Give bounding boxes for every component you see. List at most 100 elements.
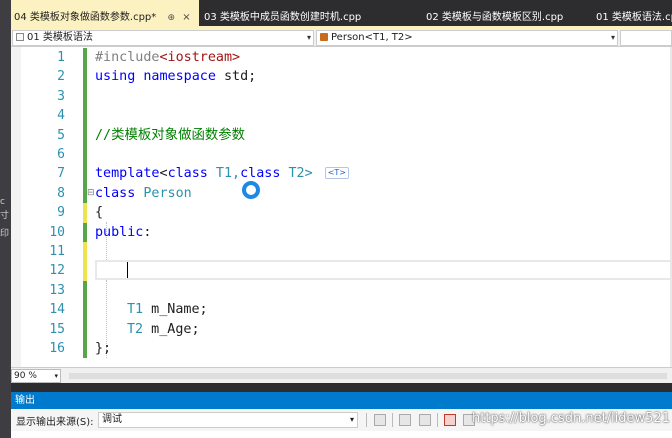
- code-line: 16 };: [11, 339, 672, 359]
- find-message-icon[interactable]: [374, 414, 386, 426]
- line-number: 1: [57, 50, 65, 65]
- code-token: class: [167, 166, 208, 182]
- chevron-down-icon: ▾: [306, 33, 311, 42]
- code-line: 4: [11, 106, 672, 126]
- code-token: #include: [95, 50, 160, 65]
- previous-message-icon[interactable]: [399, 414, 411, 426]
- next-message-icon[interactable]: [419, 414, 431, 426]
- change-marker: [83, 203, 87, 223]
- tab-label: 01 类模板语法.cpp: [596, 12, 672, 23]
- left-strip-text: 印: [0, 229, 10, 239]
- output-source-label: 显示输出来源(S):: [16, 417, 94, 428]
- zoom-dropdown[interactable]: 90 % ▾: [11, 369, 61, 383]
- watermark-url: https://blog.csdn.net/lidew521: [472, 411, 670, 426]
- code-line: 1 #include<iostream>: [11, 48, 672, 68]
- collapse-icon[interactable]: ⊟: [87, 184, 95, 203]
- chevron-down-icon: ▾: [54, 372, 58, 380]
- scope-dropdown[interactable]: 01 类模板语法 ▾: [12, 30, 314, 46]
- code-line: 9 {: [11, 203, 672, 223]
- visual-studio-window: c 寸 印 04 类模板对象做函数参数.cpp* ⊕ × 03 类模板中成员函数…: [0, 0, 672, 438]
- change-marker: [83, 280, 87, 301]
- code-token: template: [95, 166, 160, 182]
- tab-01-template-syntax[interactable]: 01 类模板语法.cpp: [593, 0, 672, 28]
- line-number: 2: [57, 69, 65, 85]
- chevron-down-icon: ▾: [610, 33, 615, 42]
- clear-all-icon[interactable]: [444, 414, 456, 426]
- project-icon: [16, 33, 24, 41]
- change-marker: [83, 261, 87, 281]
- change-marker: [83, 339, 87, 359]
- output-content: [11, 431, 672, 438]
- tab-02-template-difference[interactable]: 02 类模板与函数模板区别.cpp: [423, 0, 603, 28]
- code-text: {: [95, 205, 104, 221]
- code-editor[interactable]: 1 #include<iostream> 2 using namespace s…: [11, 47, 672, 367]
- mouse-cursor-highlight: [242, 181, 260, 199]
- line-number: 15: [49, 321, 65, 337]
- change-marker: [83, 48, 87, 68]
- code-text: };: [95, 341, 112, 356]
- code-token: Person: [135, 185, 192, 201]
- member-dropdown[interactable]: Person<T1, T2> ▾: [316, 30, 618, 46]
- code-token: :: [143, 224, 152, 240]
- code-text: T2 m_Age;: [127, 320, 200, 339]
- code-text: template<class T1,class T2> <T>: [95, 164, 349, 183]
- code-line: 2 using namespace std;: [11, 67, 672, 87]
- change-marker: [83, 67, 87, 87]
- code-token: class: [95, 185, 136, 201]
- tab-label: 02 类模板与函数模板区别.cpp: [426, 12, 564, 23]
- code-token: m_Age;: [143, 321, 200, 337]
- horizontal-scrollbar[interactable]: [69, 373, 667, 379]
- output-panel-title: 输出: [15, 395, 35, 406]
- change-marker: [83, 319, 87, 339]
- output-source-dropdown[interactable]: 调试 ▾: [98, 412, 358, 428]
- code-text: using namespace std;: [95, 67, 256, 86]
- code-token: class: [240, 166, 281, 182]
- tab-04-class-template-object-param[interactable]: 04 类模板对象做函数参数.cpp* ⊕ ×: [11, 0, 199, 28]
- line-number: 3: [57, 88, 65, 104]
- toolbar-separator: [366, 413, 367, 427]
- zoom-value: 90 %: [14, 371, 37, 381]
- document-tab-bar: 04 类模板对象做函数参数.cpp* ⊕ × 03 类模板中成员函数创建时机.c…: [11, 0, 672, 28]
- code-token: std;: [215, 69, 257, 85]
- editor-status-strip: 90 % ▾: [11, 367, 672, 383]
- change-marker: [83, 86, 87, 107]
- toolbar-separator: [392, 413, 393, 427]
- function-dropdown[interactable]: [620, 30, 672, 46]
- line-number: 9: [57, 205, 65, 221]
- output-source-value: 调试: [102, 414, 122, 425]
- left-side-panel: c 寸 印: [0, 0, 11, 438]
- line-number: 8: [57, 185, 65, 201]
- change-marker: [83, 242, 87, 262]
- line-number: 13: [49, 282, 65, 298]
- left-strip-text: c: [0, 197, 5, 207]
- code-text: class Person: [95, 184, 192, 203]
- scope-dropdown-value: 01 类模板语法: [27, 32, 93, 43]
- code-text: #include<iostream>: [95, 48, 240, 67]
- code-token: <iostream>: [159, 50, 241, 65]
- code-line: 7 template<class T1,class T2> <T>: [11, 164, 672, 184]
- tab-03-member-function-creation[interactable]: 03 类模板中成员函数创建时机.cpp: [201, 0, 411, 28]
- code-token: <: [159, 166, 168, 182]
- member-dropdown-value: Person<T1, T2>: [331, 32, 413, 43]
- code-line: 15 T2 m_Age;: [11, 319, 672, 339]
- change-marker: [83, 125, 87, 145]
- class-icon: [320, 33, 328, 41]
- code-line: 8 ⊟ class Person: [11, 183, 672, 204]
- template-hint-badge[interactable]: <T>: [324, 167, 349, 180]
- code-token: T1,: [207, 166, 241, 182]
- code-text: public:: [95, 223, 151, 242]
- output-panel-header: 输出: [11, 392, 672, 409]
- tab-label: 04 类模板对象做函数参数.cpp*: [14, 12, 157, 23]
- line-number: 14: [49, 302, 65, 318]
- code-comment: //类模板对象做函数参数: [95, 127, 246, 143]
- navigation-bar: 01 类模板语法 ▾ Person<T1, T2> ▾: [11, 29, 672, 47]
- code-line: 10 public:: [11, 222, 672, 242]
- code-line: 14 T1 m_Name;: [11, 300, 672, 320]
- change-marker: [83, 222, 87, 242]
- change-marker: [83, 145, 87, 165]
- code-line: 12: [11, 261, 672, 281]
- tab-label: 03 类模板中成员函数创建时机.cpp: [204, 12, 362, 23]
- chevron-down-icon: ▾: [349, 415, 354, 424]
- code-token: T2>: [280, 166, 313, 182]
- change-marker: [83, 164, 87, 184]
